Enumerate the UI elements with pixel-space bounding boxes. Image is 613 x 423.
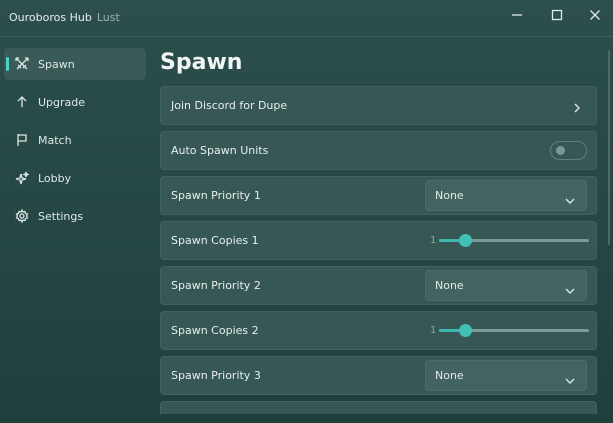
spawn-copies-2-slider[interactable] (439, 324, 589, 337)
row-label: Auto Spawn Units (171, 144, 269, 157)
sidebar-item-lobby[interactable]: Lobby (4, 162, 146, 194)
maximize-icon (551, 9, 563, 21)
sidebar-item-upgrade[interactable]: Upgrade (4, 86, 146, 118)
sidebar-item-label: Spawn (38, 57, 75, 71)
scrollbar[interactable] (608, 50, 610, 245)
dropdown-value: None (435, 369, 464, 382)
row-label: Spawn Priority 3 (171, 369, 261, 382)
sparkles-icon (14, 170, 30, 186)
row-label: Spawn Priority 2 (171, 279, 261, 292)
spawn-priority-2-dropdown[interactable]: None (425, 270, 587, 301)
spawn-priority-1-dropdown[interactable]: None (425, 180, 587, 211)
spawn-priority-1-row: Spawn Priority 1 None (160, 176, 597, 215)
auto-spawn-row: Auto Spawn Units (160, 131, 597, 170)
settings-list: Join Discord for Dupe Auto Spawn Units S… (160, 86, 597, 414)
row-label: Spawn Copies 2 (171, 324, 259, 337)
slider-value: 1 (430, 325, 437, 336)
sidebar-item-label: Lobby (38, 171, 72, 185)
minimize-icon (512, 14, 522, 16)
arrow-up-icon (14, 94, 30, 110)
slider-thumb[interactable] (458, 324, 472, 337)
sidebar-item-settings[interactable]: Settings (4, 200, 146, 232)
dropdown-value: None (435, 279, 464, 292)
sidebar-item-label: Settings (38, 209, 84, 223)
maximize-button[interactable] (537, 0, 577, 30)
close-button[interactable] (575, 0, 613, 30)
spawn-copies-2-row: Spawn Copies 2 1 (160, 311, 597, 350)
chevron-down-icon (564, 191, 576, 210)
chevron-right-icon (572, 99, 582, 118)
active-indicator (6, 57, 9, 71)
spawn-copies-3-row (160, 401, 597, 414)
spawn-copies-1-row: Spawn Copies 1 1 (160, 221, 597, 260)
title-divider (0, 36, 613, 37)
page-title: Spawn (160, 50, 243, 75)
flag-icon (14, 132, 30, 148)
slider-thumb[interactable] (458, 234, 472, 247)
gear-icon (14, 208, 30, 224)
app-window: Ouroboros Hub Lust Spawn Upgrade Match L… (0, 0, 613, 423)
auto-spawn-toggle[interactable] (550, 141, 587, 160)
dropdown-value: None (435, 189, 464, 202)
app-subtitle: Lust (96, 10, 120, 24)
spawn-priority-3-row: Spawn Priority 3 None (160, 356, 597, 395)
minimize-button[interactable] (497, 0, 537, 30)
sidebar-item-match[interactable]: Match (4, 124, 146, 156)
app-title: Ouroboros Hub (9, 10, 92, 24)
sidebar-item-label: Upgrade (38, 95, 86, 109)
slider-value: 1 (430, 235, 437, 246)
sidebar-item-spawn[interactable]: Spawn (4, 48, 146, 80)
swords-icon (14, 56, 30, 72)
spawn-priority-2-row: Spawn Priority 2 None (160, 266, 597, 305)
close-icon (590, 10, 600, 20)
sidebar-item-label: Match (38, 133, 72, 147)
row-label: Join Discord for Dupe (171, 99, 288, 112)
row-label: Spawn Copies 1 (171, 234, 259, 247)
chevron-down-icon (564, 281, 576, 300)
discord-link-row[interactable]: Join Discord for Dupe (160, 86, 597, 125)
spawn-priority-3-dropdown[interactable]: None (425, 360, 587, 391)
spawn-copies-1-slider[interactable] (439, 234, 589, 247)
sidebar: Spawn Upgrade Match Lobby Settings (4, 48, 146, 238)
row-label: Spawn Priority 1 (171, 189, 261, 202)
chevron-down-icon (564, 371, 576, 390)
toggle-knob (556, 146, 565, 155)
